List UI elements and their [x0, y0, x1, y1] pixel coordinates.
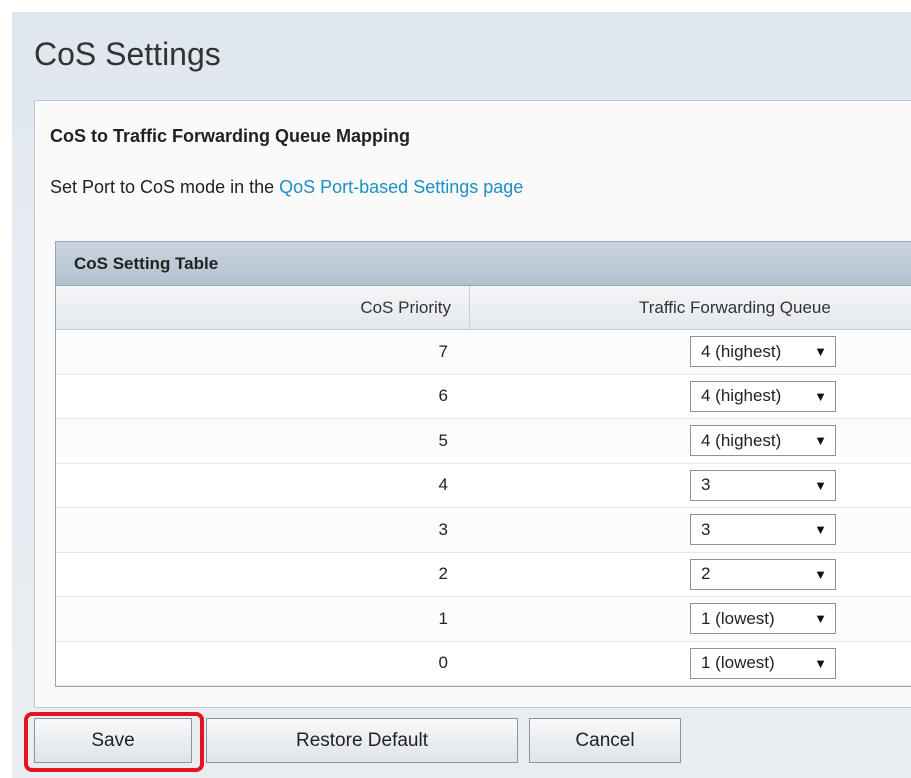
- cos-priority-cell: 5: [438, 430, 448, 450]
- cos-priority-cell: 0: [438, 653, 448, 673]
- table-caption: CoS Setting Table: [56, 242, 911, 286]
- cos-setting-table: CoS Setting Table CoS Priority Traffic F…: [55, 241, 911, 687]
- cos-priority-cell: 7: [438, 341, 448, 361]
- section-note: Set Port to CoS mode in the QoS Port-bas…: [50, 177, 523, 198]
- triangle-down-icon: ▼: [814, 344, 827, 360]
- column-header-traffic-queue: Traffic Forwarding Queue: [639, 298, 831, 317]
- cos-mapping-section: CoS to Traffic Forwarding Queue Mapping …: [34, 100, 911, 708]
- section-heading: CoS to Traffic Forwarding Queue Mapping: [50, 126, 411, 146]
- queue-select[interactable]: 4 (highest) ▼: [690, 425, 836, 457]
- cos-priority-cell: 1: [438, 608, 448, 628]
- table-row: 2 2 ▼: [56, 552, 911, 597]
- table-row: 3 3 ▼: [56, 508, 911, 553]
- table-row: 4 3 ▼: [56, 463, 911, 508]
- queue-select-value: 2: [701, 564, 711, 584]
- queue-select-value: 4 (highest): [701, 341, 782, 361]
- table-row: 6 4 (highest) ▼: [56, 374, 911, 419]
- queue-select[interactable]: 4 (highest) ▼: [690, 380, 836, 412]
- table-row: 5 4 (highest) ▼: [56, 419, 911, 464]
- section-note-text: Set Port to CoS mode in the: [50, 177, 280, 197]
- save-button[interactable]: Save: [34, 718, 192, 763]
- qos-port-settings-link[interactable]: QoS Port-based Settings page: [279, 177, 523, 197]
- queue-select-value: 4 (highest): [701, 430, 782, 450]
- restore-default-button[interactable]: Restore Default: [206, 718, 518, 763]
- triangle-down-icon: ▼: [814, 566, 827, 582]
- queue-select[interactable]: 4 (highest) ▼: [690, 336, 836, 368]
- table-row: 7 4 (highest) ▼: [56, 330, 911, 375]
- queue-select[interactable]: 1 (lowest) ▼: [690, 647, 836, 679]
- column-header-cos-priority: CoS Priority: [56, 286, 470, 329]
- queue-select-value: 1 (lowest): [701, 608, 775, 628]
- table-row: 0 1 (lowest) ▼: [56, 641, 911, 686]
- triangle-down-icon: ▼: [814, 388, 827, 404]
- cos-priority-cell: 3: [438, 519, 448, 539]
- triangle-down-icon: ▼: [814, 522, 827, 538]
- queue-select-value: 3: [701, 519, 711, 539]
- queue-select[interactable]: 3 ▼: [690, 469, 836, 501]
- cancel-button[interactable]: Cancel: [529, 718, 681, 763]
- queue-select[interactable]: 2 ▼: [690, 558, 836, 590]
- table-row: 1 1 (lowest) ▼: [56, 597, 911, 642]
- triangle-down-icon: ▼: [814, 655, 827, 671]
- cos-priority-cell: 4: [438, 475, 448, 495]
- table-body: 7 4 (highest) ▼ 6 4 (highest) ▼ 5 4 (highe…: [56, 330, 911, 686]
- queue-select[interactable]: 1 (lowest) ▼: [690, 603, 836, 635]
- queue-select[interactable]: 3 ▼: [690, 514, 836, 546]
- cos-settings-page: CoS Settings CoS to Traffic Forwarding Q…: [12, 12, 911, 778]
- table-header: CoS Priority Traffic Forwarding Queue: [56, 286, 911, 330]
- cos-priority-cell: 6: [438, 386, 448, 406]
- triangle-down-icon: ▼: [814, 611, 827, 627]
- queue-select-value: 3: [701, 475, 711, 495]
- cos-priority-cell: 2: [438, 564, 448, 584]
- triangle-down-icon: ▼: [814, 477, 827, 493]
- triangle-down-icon: ▼: [814, 433, 827, 449]
- page-title: CoS Settings: [34, 36, 221, 72]
- queue-select-value: 4 (highest): [701, 386, 782, 406]
- queue-select-value: 1 (lowest): [701, 653, 775, 673]
